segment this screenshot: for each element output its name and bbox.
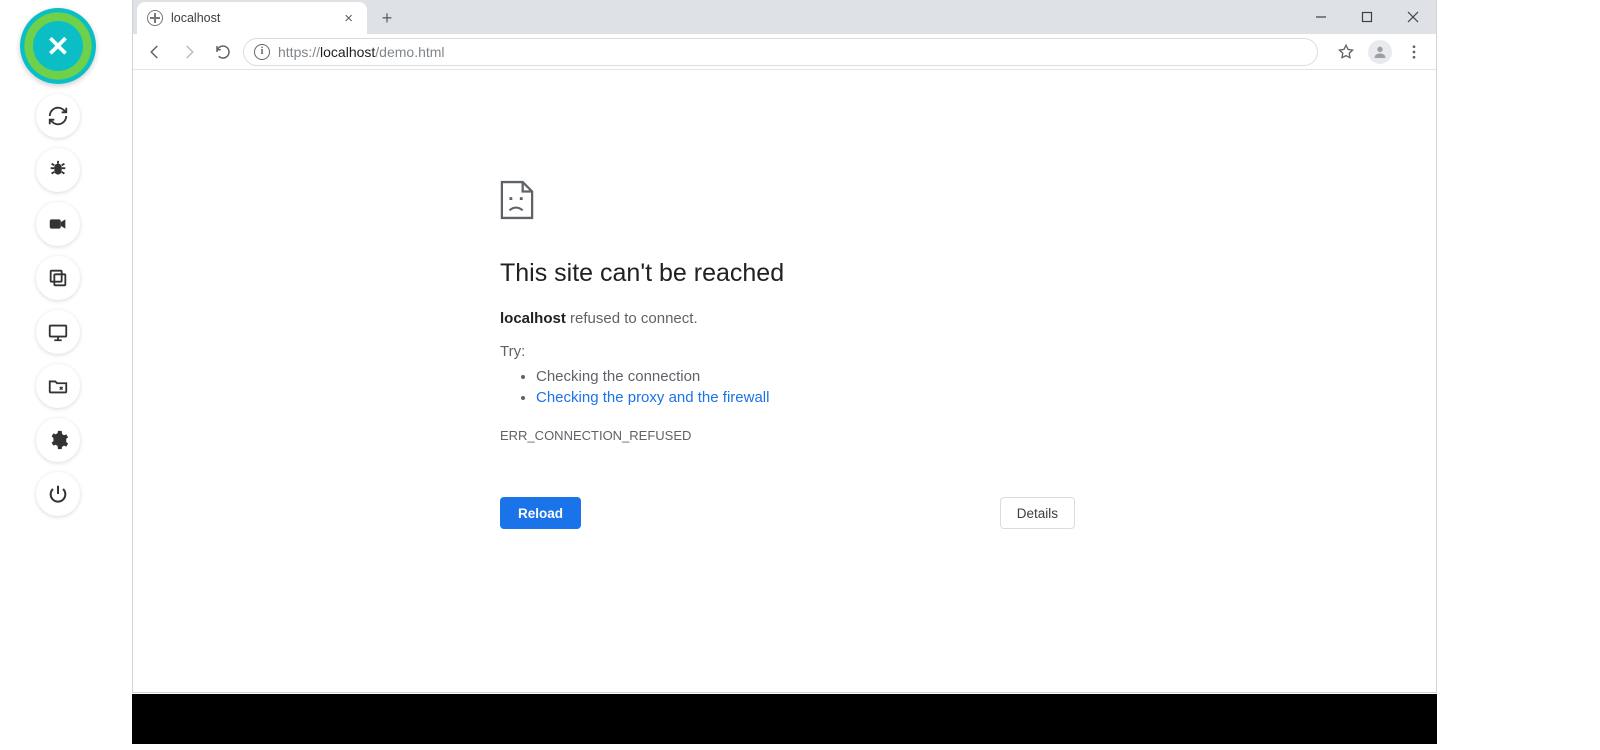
- proxy-firewall-link[interactable]: Checking the proxy and the firewall: [536, 389, 769, 406]
- address-bar[interactable]: i https://localhost/demo.html: [243, 38, 1318, 66]
- display-icon: [47, 321, 69, 343]
- error-title: This site can't be reached: [500, 259, 1075, 288]
- maximize-icon: [1361, 11, 1373, 23]
- close-icon: [1407, 11, 1419, 23]
- window-maximize-button[interactable]: [1344, 0, 1390, 34]
- site-info-icon[interactable]: i: [254, 44, 270, 60]
- details-button[interactable]: Details: [1000, 497, 1075, 529]
- video-icon: [47, 213, 69, 235]
- floating-toolbar: ✕: [18, 8, 98, 516]
- black-bar: [132, 694, 1437, 744]
- power-button[interactable]: [36, 472, 80, 516]
- url-text: https://localhost/demo.html: [278, 44, 445, 60]
- bookmark-button[interactable]: [1332, 38, 1360, 66]
- folder-button[interactable]: [36, 364, 80, 408]
- error-code: ERR_CONNECTION_REFUSED: [500, 428, 1075, 443]
- browser-toolbar: i https://localhost/demo.html: [133, 34, 1436, 70]
- settings-button[interactable]: [36, 418, 80, 462]
- tab-strip: localhost × +: [133, 0, 1436, 34]
- copy-icon: [47, 267, 69, 289]
- bug-button[interactable]: [36, 148, 80, 192]
- browser-window: localhost × +: [132, 0, 1437, 693]
- star-icon: [1337, 43, 1355, 61]
- floating-toolbar-main-button[interactable]: ✕: [20, 8, 96, 84]
- window-close-button[interactable]: [1390, 0, 1436, 34]
- window-minimize-button[interactable]: [1298, 0, 1344, 34]
- kebab-icon: [1405, 43, 1423, 61]
- bug-icon: [47, 159, 69, 181]
- browser-menu-button[interactable]: [1400, 38, 1428, 66]
- gear-icon: [47, 429, 69, 451]
- minimize-icon: [1315, 11, 1327, 23]
- sync-button[interactable]: [36, 94, 80, 138]
- error-page: This site can't be reached localhost ref…: [500, 180, 1075, 529]
- arrow-left-icon: [146, 43, 164, 61]
- window-controls: [1298, 0, 1436, 34]
- sync-icon: [47, 105, 69, 127]
- suggestion-item: Checking the connection: [536, 366, 1075, 387]
- folder-icon: [47, 375, 69, 397]
- page-content: This site can't be reached localhost ref…: [133, 70, 1436, 692]
- globe-icon: [147, 10, 163, 26]
- profile-avatar[interactable]: [1368, 40, 1392, 64]
- close-icon: ✕: [46, 30, 69, 63]
- suggestion-list: Checking the connection Checking the pro…: [500, 366, 1075, 408]
- nav-reload-button[interactable]: [209, 38, 237, 66]
- video-button[interactable]: [36, 202, 80, 246]
- reload-button[interactable]: Reload: [500, 497, 581, 529]
- error-subtitle: localhost refused to connect.: [500, 310, 1075, 327]
- tab-title: localhost: [171, 11, 332, 25]
- display-button[interactable]: [36, 310, 80, 354]
- person-icon: [1372, 44, 1388, 60]
- browser-tab[interactable]: localhost ×: [137, 2, 367, 34]
- tab-close-button[interactable]: ×: [340, 10, 357, 27]
- new-tab-button[interactable]: +: [373, 4, 401, 32]
- nav-forward-button[interactable]: [175, 38, 203, 66]
- copy-button[interactable]: [36, 256, 80, 300]
- power-icon: [47, 483, 69, 505]
- sad-document-icon: [500, 180, 534, 220]
- arrow-right-icon: [180, 43, 198, 61]
- reload-icon: [214, 43, 232, 61]
- suggestion-item: Checking the proxy and the firewall: [536, 387, 1075, 408]
- try-label: Try:: [500, 343, 1075, 360]
- nav-back-button[interactable]: [141, 38, 169, 66]
